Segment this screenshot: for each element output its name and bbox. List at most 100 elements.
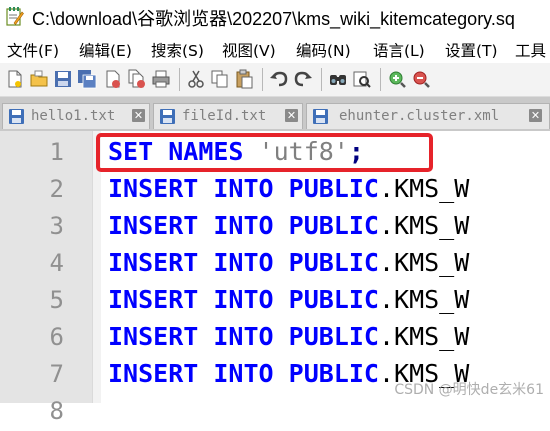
- line-number: 6: [49, 323, 64, 351]
- code-token: PUBLIC: [288, 211, 379, 240]
- line-number: 5: [49, 286, 64, 314]
- code-token: PUBLIC: [288, 285, 379, 314]
- open-file-icon[interactable]: [29, 69, 49, 89]
- close-all-icon[interactable]: [127, 69, 147, 89]
- menu-tools[interactable]: 工具: [515, 39, 546, 61]
- toolbar-separator: [321, 68, 322, 91]
- menu-search[interactable]: 搜索(S): [151, 39, 204, 61]
- code-token: INTO: [213, 322, 274, 351]
- line-number: 3: [49, 212, 64, 240]
- window-title: C:\download\谷歌浏览器\202207\kms_wiki_kitemc…: [32, 9, 515, 29]
- watermark-text: CSDN @明快de玄米61: [394, 382, 544, 398]
- menu-settings[interactable]: 设置(T): [445, 39, 498, 61]
- save-icon[interactable]: [53, 69, 73, 89]
- code-token: INTO: [213, 211, 274, 240]
- code-token: INSERT: [108, 211, 199, 240]
- toolbar: [0, 63, 550, 97]
- cut-icon[interactable]: [186, 69, 206, 89]
- code-text: INSERT INTO PUBLIC.KMS_W: [108, 174, 469, 203]
- saved-file-icon: [160, 109, 175, 124]
- saved-file-icon: [9, 109, 24, 124]
- tab-hello1[interactable]: hello1.txt ✕: [2, 103, 150, 129]
- code-token: INSERT: [108, 359, 199, 388]
- toolbar-separator: [262, 68, 263, 91]
- toolbar-separator: [179, 68, 180, 91]
- code-token: PUBLIC: [288, 248, 379, 277]
- code-token: INTO: [213, 174, 274, 203]
- copy-icon[interactable]: [210, 69, 230, 89]
- code-token: INSERT: [108, 322, 199, 351]
- line-number: 1: [49, 138, 64, 166]
- code-token: .KMS_W: [378, 285, 470, 314]
- code-token: INTO: [213, 285, 274, 314]
- line-number: 8: [49, 397, 64, 425]
- menu-edit[interactable]: 编辑(E): [79, 39, 132, 61]
- paste-icon[interactable]: [234, 69, 254, 89]
- redo-icon[interactable]: [293, 69, 313, 89]
- code-text: INSERT INTO PUBLIC.KMS_W: [108, 211, 469, 240]
- line-number: 7: [49, 360, 64, 388]
- find-replace-icon[interactable]: [352, 69, 372, 89]
- toolbar-separator: [380, 68, 381, 91]
- line-number: 4: [49, 249, 64, 277]
- code-line[interactable]: 2 INSERT INTO PUBLIC.KMS_W: [0, 172, 550, 209]
- tab-close-icon[interactable]: ✕: [285, 109, 298, 122]
- highlight-box: [96, 133, 433, 172]
- menu-language[interactable]: 语言(L): [373, 39, 425, 61]
- find-icon[interactable]: [328, 69, 348, 89]
- code-line[interactable]: 4 INSERT INTO PUBLIC.KMS_W: [0, 246, 550, 283]
- tab-ehunter-cluster[interactable]: ehunter.cluster.xml ✕: [306, 103, 550, 129]
- code-token: INSERT: [108, 248, 199, 277]
- code-token: INTO: [213, 359, 274, 388]
- line-number: 2: [49, 175, 64, 203]
- code-text: INSERT INTO PUBLIC.KMS_W: [108, 248, 469, 277]
- zoom-in-icon[interactable]: [387, 69, 407, 89]
- code-text: INSERT INTO PUBLIC.KMS_W: [108, 285, 469, 314]
- saved-file-icon: [313, 109, 328, 124]
- code-line[interactable]: 8: [0, 394, 550, 431]
- tab-bar: hello1.txt ✕ fileId.txt ✕ ehunter.cluste…: [0, 97, 550, 131]
- code-token: INSERT: [108, 285, 199, 314]
- code-token: PUBLIC: [288, 174, 379, 203]
- tab-label: fileId.txt: [182, 108, 267, 124]
- code-token: PUBLIC: [288, 359, 379, 388]
- code-token: INSERT: [108, 174, 199, 203]
- code-token: .KMS_W: [378, 174, 470, 203]
- title-bar: C:\download\谷歌浏览器\202207\kms_wiki_kitemc…: [0, 0, 550, 33]
- tab-label: ehunter.cluster.xml: [339, 108, 500, 124]
- code-line[interactable]: 5 INSERT INTO PUBLIC.KMS_W: [0, 283, 550, 320]
- menu-view[interactable]: 视图(V): [222, 39, 276, 61]
- print-icon[interactable]: [151, 69, 171, 89]
- menu-encoding[interactable]: 编码(N): [296, 39, 351, 61]
- close-icon[interactable]: [103, 69, 123, 89]
- menu-file[interactable]: 文件(F): [7, 39, 59, 61]
- undo-icon[interactable]: [269, 69, 289, 89]
- notepad-plus-plus-icon: [6, 7, 24, 26]
- new-file-icon[interactable]: [5, 69, 25, 89]
- code-token: PUBLIC: [288, 322, 379, 351]
- tab-close-icon[interactable]: ✕: [132, 109, 145, 122]
- code-line[interactable]: 6 INSERT INTO PUBLIC.KMS_W: [0, 320, 550, 357]
- menu-bar: 文件(F) 编辑(E) 搜索(S) 视图(V) 编码(N) 语言(L) 设置(T…: [0, 33, 550, 63]
- code-token: INTO: [213, 248, 274, 277]
- zoom-out-icon[interactable]: [411, 69, 431, 89]
- tab-close-icon[interactable]: ✕: [529, 109, 542, 122]
- tab-fileid[interactable]: fileId.txt ✕: [153, 103, 303, 129]
- code-text: INSERT INTO PUBLIC.KMS_W: [108, 322, 469, 351]
- save-all-icon[interactable]: [77, 69, 97, 89]
- tab-label: hello1.txt: [31, 108, 116, 124]
- code-line[interactable]: 3 INSERT INTO PUBLIC.KMS_W: [0, 209, 550, 246]
- code-token: .KMS_W: [378, 248, 470, 277]
